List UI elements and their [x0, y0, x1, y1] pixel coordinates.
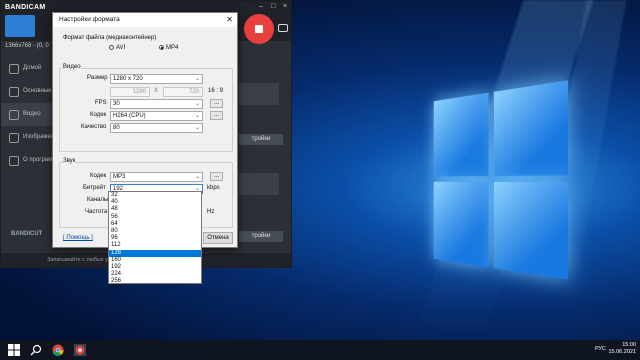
chevron-down-icon: ⌄ [195, 124, 200, 133]
list-item[interactable]: 256 [109, 278, 201, 285]
video-panel-box [239, 83, 279, 105]
avi-label: AVI [116, 45, 125, 51]
bitrate-unit: kbps [207, 185, 220, 191]
chevron-down-icon: ⌄ [195, 75, 200, 84]
sidebar-item-image[interactable]: Изображен [1, 126, 57, 149]
audio-codec-label: Кодек [90, 173, 106, 179]
bandicam-sidebar: Домой Основные Видео Изображен О програм… [1, 57, 57, 172]
chevron-down-icon: ⌄ [195, 100, 200, 109]
close-icon[interactable]: ✕ [226, 13, 233, 27]
codec-label: Кодек [90, 112, 106, 118]
codec-more-button[interactable]: ... [210, 111, 223, 120]
mp4-radio[interactable]: MP4 [159, 45, 178, 51]
radio-selected-icon [159, 45, 164, 50]
bitrate-dropdown-list[interactable]: 32 40 48 56 64 80 96 112 128 160 192 224… [108, 191, 202, 284]
windows-logo-icon [434, 80, 568, 279]
restore-icon[interactable]: □ [271, 3, 275, 10]
list-item[interactable]: 56 [109, 214, 201, 221]
fps-more-button[interactable]: ... [210, 99, 223, 108]
fps-value: 30 [113, 101, 120, 107]
bandicut-logo: BANDICUT [11, 231, 42, 237]
audio-codec-select[interactable]: MP3 ⌄ [110, 172, 203, 182]
video-group-label: Видео [63, 64, 81, 70]
size-label: Размер [87, 75, 108, 81]
settings-button-2[interactable]: тройки [239, 231, 283, 242]
height-field[interactable]: 720 [163, 87, 203, 97]
search-icon[interactable] [30, 344, 42, 356]
size-value: 1280 x 720 [113, 76, 143, 82]
quality-value: 80 [113, 125, 120, 131]
times-label: X [154, 88, 158, 94]
audio-codec-value: MP3 [113, 174, 125, 180]
list-item[interactable]: 64 [109, 221, 201, 228]
screen-mode-button[interactable] [5, 15, 35, 37]
list-item[interactable]: 192 [109, 264, 201, 271]
bandicam-logo: BANDICAM [5, 4, 46, 11]
audio-panel-box [239, 173, 279, 195]
chevron-down-icon: ⌄ [195, 112, 200, 121]
avi-radio[interactable]: AVI [109, 45, 125, 51]
frequency-unit: Hz [207, 209, 214, 215]
fps-select[interactable]: 30 ⌄ [110, 99, 203, 109]
clock-time: 15:00 [608, 342, 636, 349]
sidebar-item-video[interactable]: Видео [1, 103, 57, 126]
frequency-label: Частота [85, 209, 107, 215]
record-button[interactable] [244, 14, 274, 44]
mp4-label: MP4 [166, 45, 178, 51]
fps-label: FPS [95, 100, 107, 106]
audio-group-label: Звук [63, 158, 75, 164]
quality-label: Качество [81, 124, 106, 130]
clock-date: 15.06.2021 [608, 349, 636, 356]
container-label: Формат файла (медиаконтейнер) [63, 35, 156, 41]
list-item[interactable]: 48 [109, 206, 201, 213]
codec-value: H264 (CPU) [113, 113, 146, 119]
minimize-icon[interactable]: – [259, 3, 263, 10]
list-item[interactable]: 320 [109, 285, 201, 292]
size-select[interactable]: 1280 x 720 ⌄ [110, 74, 203, 84]
chevron-down-icon: ⌄ [195, 173, 200, 182]
list-item[interactable]: 224 [109, 271, 201, 278]
list-item-highlighted[interactable]: 128 [109, 250, 201, 257]
list-item[interactable]: 96 [109, 235, 201, 242]
settings-button[interactable]: тройки [239, 134, 283, 145]
dialog-titlebar: Настройки формата ✕ [53, 13, 237, 27]
radio-icon [109, 45, 114, 50]
help-link[interactable]: [ Помощь ] [63, 235, 93, 241]
list-item[interactable]: 160 [109, 257, 201, 264]
codec-select[interactable]: H264 (CPU) ⌄ [110, 111, 203, 121]
quality-select[interactable]: 80 ⌄ [110, 123, 203, 133]
list-item[interactable]: 40 [109, 199, 201, 206]
channels-label: Каналы [87, 197, 108, 203]
cancel-button[interactable]: Отмена [203, 232, 233, 244]
clock[interactable]: 15:00 15.06.2021 [608, 342, 636, 356]
sidebar-item-general[interactable]: Основные [1, 80, 57, 103]
width-field[interactable]: 1280 [110, 87, 150, 97]
capture-size-label: 1366x768 - (0, 0 [5, 43, 49, 49]
dialog-title: Настройки формата [59, 16, 120, 23]
taskbar: РУС 15:00 15.06.2021 [0, 340, 640, 360]
language-indicator[interactable]: РУС [595, 346, 606, 352]
list-item[interactable]: 80 [109, 228, 201, 235]
audio-codec-more-button[interactable]: ... [210, 172, 223, 181]
camera-icon[interactable] [278, 24, 288, 32]
bandicam-taskbar-icon[interactable] [74, 344, 86, 356]
start-windows-icon[interactable] [8, 344, 20, 356]
chrome-icon[interactable] [52, 344, 64, 356]
sidebar-item-home[interactable]: Домой [1, 57, 57, 80]
bitrate-label: Битрейт [83, 185, 106, 191]
aspect-ratio-label: 16 : 9 [208, 88, 223, 94]
close-icon[interactable]: × [283, 3, 287, 10]
sidebar-item-about[interactable]: О программ [1, 149, 57, 172]
list-item[interactable]: 112 [109, 242, 201, 249]
list-item[interactable]: 32 [109, 192, 201, 199]
